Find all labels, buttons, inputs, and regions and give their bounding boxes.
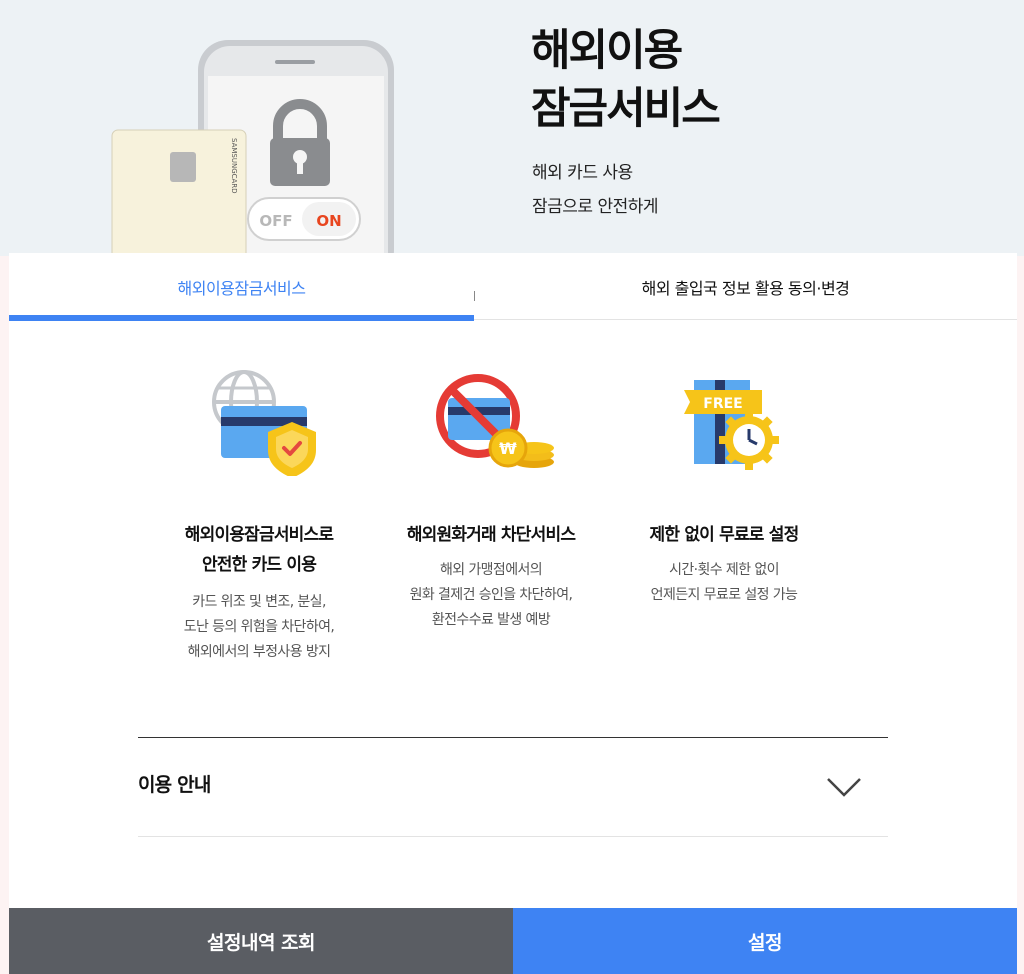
feature-description: 해외 가맹점에서의 원화 결제건 승인을 차단하여, 환전수수료 발생 예방: [371, 558, 611, 633]
credit-card-illustration: SAMSUNGCARD: [111, 129, 247, 256]
feature-desc-line: 환전수수료 발생 예방: [431, 612, 551, 628]
page-title-line2: 잠금서비스: [531, 84, 721, 134]
free-badge-text: FREE: [703, 396, 742, 412]
feature-title: 해외이용잠금서비스로 안전한 카드 이용: [139, 520, 379, 580]
svg-text:₩: ₩: [499, 439, 517, 458]
setting-button[interactable]: 설정: [513, 908, 1017, 974]
page-subtitle-line1: 해외 카드 사용: [532, 163, 633, 183]
feature-description: 시간·횟수 제한 없이 언제든지 무료로 설정 가능: [604, 558, 844, 608]
tab-bar: 해외이용잠금서비스 해외 출입국 정보 활용 동의·변경: [9, 253, 1017, 321]
feature-desc-line: 시간·횟수 제한 없이: [669, 562, 779, 578]
feature-desc-line: 도난 등의 위험을 차단하여,: [183, 619, 335, 635]
feature-desc-line: 언제든지 무료로 설정 가능: [650, 587, 798, 603]
content-panel: 해외이용잠금서비스 해외 출입국 정보 활용 동의·변경 해외이용잠금서비스로 …: [9, 253, 1017, 908]
feature-desc-line: 해외 가맹점에서의: [439, 562, 543, 578]
hero-banner: OFF ON SAMSUNGCARD 해외이용 잠금서비스 해외 카드 사용 잠…: [0, 0, 1024, 256]
tab-overseas-lock-service[interactable]: 해외이용잠금서비스: [9, 253, 474, 321]
settings-history-button[interactable]: 설정내역 조회: [9, 908, 513, 974]
feature-title-line: 제한 없이 무료로 설정: [649, 525, 800, 545]
feature-won-transaction-block: ₩ 해외원화거래 차단서비스 해외 가맹점에서의 원화 결제건 승인을 차단하여…: [371, 366, 611, 633]
feature-title-line: 안전한 카드 이용: [201, 555, 317, 575]
toggle-off-text: OFF: [259, 212, 292, 230]
feature-desc-line: 카드 위조 및 변조, 분실,: [192, 594, 326, 610]
feature-desc-line: 해외에서의 부정사용 방지: [187, 644, 331, 660]
feature-title-line: 해외원화거래 차단서비스: [406, 525, 576, 545]
usage-guide-accordion[interactable]: 이용 안내: [138, 737, 888, 837]
page-title: 해외이용 잠금서비스: [531, 22, 721, 138]
card-chip: [170, 152, 196, 182]
feature-title-line: 해외이용잠금서비스로: [184, 525, 334, 545]
bottom-action-bar: 설정내역 조회 설정: [9, 908, 1017, 974]
card-brand-text: SAMSUNGCARD: [230, 138, 238, 194]
feature-secure-card-use: 해외이용잠금서비스로 안전한 카드 이용 카드 위조 및 변조, 분실, 도난 …: [139, 366, 379, 665]
tab-label: 해외 출입국 정보 활용 동의·변경: [641, 278, 850, 298]
chevron-down-icon[interactable]: [826, 776, 862, 798]
tab-label: 해외이용잠금서비스: [177, 278, 306, 298]
usage-guide-label: 이용 안내: [138, 774, 211, 796]
feature-desc-line: 원화 결제건 승인을 차단하여,: [409, 587, 573, 603]
feature-description: 카드 위조 및 변조, 분실, 도난 등의 위험을 차단하여, 해외에서의 부정…: [139, 590, 379, 665]
page-subtitle-line2: 잠금으로 안전하게: [532, 197, 659, 217]
page-subtitle: 해외 카드 사용 잠금으로 안전하게: [532, 156, 659, 224]
tab-immigration-info-consent[interactable]: 해외 출입국 정보 활용 동의·변경: [474, 253, 1017, 320]
blocked-card-won-icon: ₩: [436, 374, 554, 468]
feature-title: 제한 없이 무료로 설정: [604, 520, 844, 550]
feature-free-unlimited-setting: FREE 제한 없이 무료로 설정 시간·횟수 제한 없이 언제든지 무료로 설…: [604, 366, 844, 608]
globe-card-shield-icon: [212, 370, 316, 476]
free-gift-clock-icon: FREE: [684, 380, 779, 470]
toggle-on-text: ON: [316, 212, 341, 230]
page-title-line1: 해외이용: [531, 26, 683, 76]
phone-lock-illustration: OFF ON SAMSUNGCARD: [111, 40, 394, 256]
feature-title: 해외원화거래 차단서비스: [371, 520, 611, 550]
